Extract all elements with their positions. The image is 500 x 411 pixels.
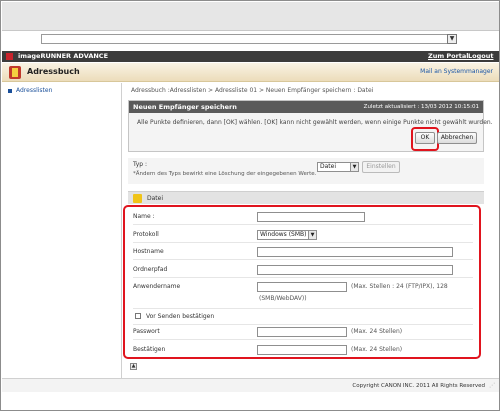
form-row-hostname: Hostname	[133, 244, 473, 260]
canon-logo-icon	[6, 53, 13, 60]
form-row-protocol: Protokoll Windows (SMB) ▼	[133, 227, 473, 243]
chevron-down-icon[interactable]: ▼	[447, 34, 457, 44]
password-note: (Max. 24 Stellen)	[351, 328, 403, 335]
protocol-label: Protokoll	[133, 231, 159, 238]
username-note: (Max. Stellen : 24 (FTP/IPX), 128	[351, 283, 448, 290]
set-type-button[interactable]: Einstellen	[362, 161, 400, 173]
cancel-button[interactable]: Abbrechen	[437, 132, 477, 144]
form-row-confirm: Vor Senden bestätigen	[133, 309, 473, 325]
browser-window: ▼ imageRUNNER ADVANCE Zum Portal Logout …	[0, 0, 500, 411]
sidebar-item-label: Adresslisten	[16, 87, 53, 94]
name-label: Name :	[133, 213, 155, 220]
form-row-password: Passwort (Max. 24 Stellen)	[133, 324, 473, 340]
hostname-input[interactable]	[257, 247, 453, 257]
form-row-folder: Ordnerpfad	[133, 262, 473, 278]
destination-form: Name : Protokoll Windows (SMB) ▼ Hostnam…	[123, 205, 481, 359]
form-row-username: Anwendername (Max. Stellen : 24 (FTP/IPX…	[133, 279, 473, 309]
browser-toolbar-area	[2, 2, 499, 31]
chevron-down-icon: ▼	[350, 163, 358, 171]
confirm-password-label: Bestätigen	[133, 346, 166, 353]
footer: Copyright CANON INC. 2011 All Rights Res…	[2, 378, 499, 392]
type-select[interactable]: Datei ▼	[317, 162, 359, 172]
product-title: imageRUNNER ADVANCE	[18, 52, 109, 60]
mail-sysmgr-link[interactable]: Mail an Systemmanager	[420, 68, 493, 76]
password-label: Passwort	[133, 328, 160, 335]
username-input[interactable]	[257, 282, 347, 292]
protocol-select-value: Windows (SMB)	[260, 231, 307, 238]
section-header: Datei	[128, 191, 484, 204]
type-label: Typ :	[133, 161, 148, 168]
folder-label: Ordnerpfad	[133, 266, 168, 273]
chevron-down-icon: ▼	[308, 231, 316, 239]
folder-icon	[133, 194, 142, 203]
folder-input[interactable]	[257, 265, 453, 275]
password-input[interactable]	[257, 327, 347, 337]
section-title: Datei	[147, 195, 164, 202]
bullet-icon	[8, 89, 12, 93]
username-label: Anwendername	[133, 283, 181, 290]
confirm-password-input[interactable]	[257, 345, 347, 355]
panel-header: Neuen Empfänger speichern Zuletzt aktual…	[129, 101, 483, 113]
breadcrumb: Adressbuch :Adresslisten > Adressliste 0…	[131, 87, 374, 94]
copyright: Copyright CANON INC. 2011 All Rights Res…	[352, 383, 485, 389]
portal-link[interactable]: Zum Portal	[428, 52, 469, 61]
sidebar-item-adresslisten[interactable]: Adresslisten	[8, 87, 52, 95]
username-note-2: (SMB/WebDAV))	[259, 295, 307, 302]
type-note: *Ändern des Typs bewirkt eine Löschung d…	[133, 171, 317, 177]
hostname-label: Hostname	[133, 248, 164, 255]
form-row-name: Name :	[133, 209, 473, 225]
last-updated: Zuletzt aktualisiert : 13/03 2012 10:15:…	[363, 104, 479, 110]
back-to-top-icon[interactable]: ▲	[130, 363, 137, 370]
brand-bar: imageRUNNER ADVANCE Zum Portal Logout	[2, 51, 499, 62]
name-input[interactable]	[257, 212, 365, 222]
app-header: Adressbuch Mail an Systemmanager	[2, 63, 499, 82]
protocol-select[interactable]: Windows (SMB) ▼	[257, 230, 317, 240]
panel-title: Neuen Empfänger speichern	[133, 103, 237, 111]
address-dropdown[interactable]: ▼	[41, 34, 457, 44]
confirm-checkbox[interactable]	[135, 313, 141, 319]
address-book-icon	[9, 66, 21, 79]
form-row-confirm-password: Bestätigen (Max. 24 Stellen)	[133, 342, 473, 358]
logout-link[interactable]: Logout	[468, 52, 493, 61]
panel-instructions: Alle Punkte definieren, dann [OK] wählen…	[137, 119, 493, 126]
ok-button[interactable]: OK	[415, 132, 435, 144]
app-title: Adressbuch	[27, 67, 80, 76]
type-section: Typ : *Ändern des Typs bewirkt eine Lösc…	[128, 158, 484, 184]
type-select-value: Datei	[320, 163, 337, 170]
confirm-label: Vor Senden bestätigen	[146, 313, 215, 320]
resize-grip-icon: ⋰	[489, 382, 495, 389]
sidebar: Adresslisten	[2, 83, 122, 378]
confirm-password-note: (Max. 24 Stellen)	[351, 346, 403, 353]
